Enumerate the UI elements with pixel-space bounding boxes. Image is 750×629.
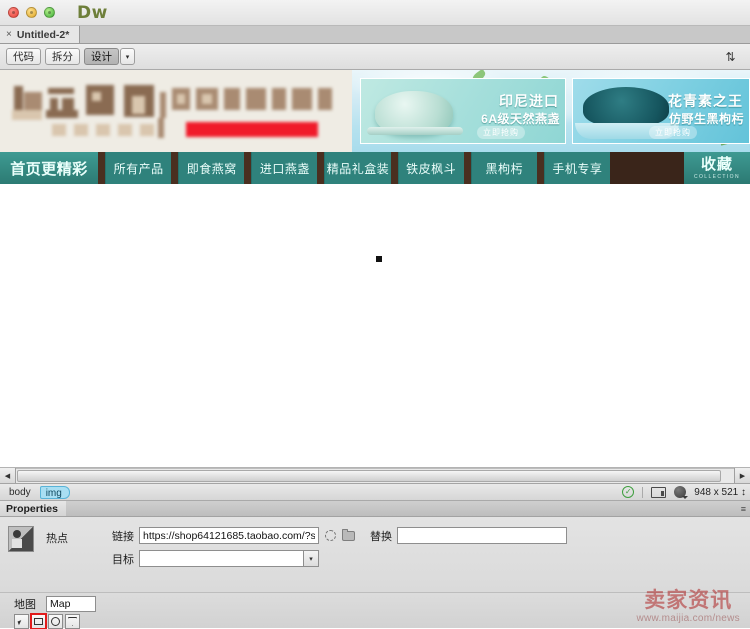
properties-panel-footer: 地图 卖家资讯 www.maijia.com/news: [0, 588, 750, 629]
status-bar-right: ✓ 948 x 521 ↕: [622, 484, 746, 500]
document-tab-bar: × Untitled-2*: [0, 26, 750, 44]
watermark-brand: 卖家资讯: [644, 588, 733, 612]
design-view-button[interactable]: 设计: [84, 48, 119, 65]
scrollbar-thumb[interactable]: [17, 470, 721, 482]
properties-panel-title: Properties: [0, 501, 66, 516]
nav-divider: [317, 152, 325, 184]
scrollbar-track[interactable]: [16, 468, 734, 483]
promo1-title: 印尼进口: [499, 93, 559, 109]
close-icon[interactable]: ×: [6, 29, 12, 40]
nav-divider: [536, 152, 544, 184]
status-bar: body img ✓ 948 x 521 ↕: [0, 484, 750, 501]
panel-menu-icon[interactable]: ≡: [741, 504, 746, 514]
tag-body[interactable]: body: [4, 486, 38, 499]
point-to-file-icon[interactable]: [324, 529, 337, 542]
nav-divider: [463, 152, 471, 184]
nav-item-gift-box[interactable]: 精品礼盒装: [324, 152, 391, 184]
selection-handle-bottom-center[interactable]: [375, 255, 383, 263]
window-size-icon[interactable]: [651, 486, 667, 498]
minimize-dot[interactable]: [26, 7, 37, 18]
properties-panel-body: 热点 链接 目标 ▾ 替换: [0, 517, 750, 592]
document-tab-untitled[interactable]: × Untitled-2*: [0, 26, 81, 43]
nav-spacer: [609, 152, 684, 184]
link-field-row: 链接: [112, 527, 355, 544]
rectangle-hotspot-tool-icon[interactable]: [30, 613, 47, 629]
alt-label: 替换: [370, 530, 392, 543]
nav-item-all-products[interactable]: 所有产品: [105, 152, 172, 184]
tab-bar-filler: [80, 26, 750, 43]
nav-divider: [244, 152, 252, 184]
nav-divider: [98, 152, 105, 184]
watermark-url: www.maijia.com/news: [636, 613, 740, 624]
validation-check-icon[interactable]: ✓: [622, 486, 635, 498]
close-dot[interactable]: [8, 7, 19, 18]
nav-item-collect[interactable]: 收藏 COLLECTION: [683, 152, 750, 184]
code-view-button[interactable]: 代码: [6, 48, 41, 65]
window-title-bar: Dw: [0, 0, 750, 26]
nest-stand-image: [367, 127, 463, 135]
map-field-row: 地图: [14, 596, 96, 612]
circle-hotspot-tool-icon[interactable]: [48, 614, 63, 629]
link-label: 链接: [112, 530, 134, 543]
nav-divider: [171, 152, 179, 184]
banner-image[interactable]: 印尼进口 6A级天然燕盏 立即抢购 花青素之王 仿野生黑枸杇 立即抢购: [0, 70, 750, 152]
polygon-hotspot-tool-icon[interactable]: [65, 614, 80, 629]
map-name-input[interactable]: [46, 596, 96, 612]
promo-banner-indonesia[interactable]: 印尼进口 6A级天然燕盏 立即抢购: [360, 78, 566, 144]
black-wolfberry-image: [583, 87, 669, 127]
document-tab-label: Untitled-2*: [16, 28, 70, 41]
browse-folder-icon[interactable]: [342, 528, 355, 542]
shop-logo-panel: [0, 70, 352, 152]
nav-item-home[interactable]: 首页更精彩: [0, 152, 98, 184]
alt-input[interactable]: [397, 527, 567, 544]
nav-divider: [390, 152, 398, 184]
design-canvas[interactable]: 印尼进口 6A级天然燕盏 立即抢购 花青素之王 仿野生黑枸杇 立即抢购 首页更精…: [0, 70, 750, 468]
nav-item-mobile-exclusive[interactable]: 手机专享: [543, 152, 610, 184]
globe-icon[interactable]: [674, 486, 689, 499]
page-content: 印尼进口 6A级天然燕盏 立即抢购 花青素之王 仿野生黑枸杇 立即抢购 首页更精…: [0, 70, 750, 263]
horizontal-scrollbar[interactable]: ◀ ▶: [0, 468, 750, 484]
promo1-buy-button[interactable]: 立即抢购: [477, 126, 525, 139]
sort-icon[interactable]: ⇅: [716, 48, 744, 66]
site-navigation-bar: 首页更精彩 所有产品 即食燕窝 进口燕盏 精品礼盒装 铁皮枫斗 黑枸杇 手机专享…: [0, 152, 750, 184]
hotspot-icon: [8, 526, 34, 552]
promo2-subtitle: 仿野生黑枸杇: [668, 112, 744, 126]
target-label: 目标: [112, 553, 134, 566]
view-toolbar: 代码 拆分 设计 ▾ ⇅: [0, 44, 750, 70]
window-controls[interactable]: [8, 7, 55, 18]
nav-item-dendrobium[interactable]: 铁皮枫斗: [397, 152, 464, 184]
target-field-row: 目标 ▾: [112, 550, 319, 567]
window-dimensions-label[interactable]: 948 x 521 ↕: [694, 487, 746, 498]
target-dropdown[interactable]: ▾: [139, 550, 319, 567]
tag-img[interactable]: img: [39, 485, 70, 499]
promo1-subtitle: 6A级天然燕盏: [481, 112, 560, 126]
hotspot-icon-graphic: [9, 527, 33, 551]
promo2-buy-button[interactable]: 立即抢购: [649, 126, 697, 139]
collect-label-en: COLLECTION: [694, 173, 740, 180]
chevron-down-icon[interactable]: ▾: [120, 48, 135, 65]
promo2-title: 花青素之王: [668, 93, 743, 109]
split-view-button[interactable]: 拆分: [45, 48, 80, 65]
nav-item-black-wolfberry[interactable]: 黑枸杇: [470, 152, 537, 184]
chevron-down-icon[interactable]: ▾: [303, 551, 318, 566]
collect-label-cn: 收藏: [700, 155, 733, 173]
alt-field-row: 替换: [370, 527, 567, 544]
tag-selector[interactable]: body img: [4, 485, 70, 499]
properties-panel-header: Properties ≡: [0, 501, 750, 517]
scroll-left-arrow-icon[interactable]: ◀: [0, 468, 16, 483]
promo-banner-wolfberry[interactable]: 花青素之王 仿野生黑枸杇 立即抢购: [572, 78, 750, 144]
blurred-logo-graphics: [0, 70, 352, 152]
map-label: 地图: [14, 599, 36, 611]
maximize-dot[interactable]: [44, 7, 55, 18]
hotspot-label: 热点: [46, 533, 68, 545]
status-divider: [642, 486, 644, 498]
app-name: Dw: [77, 2, 108, 23]
scroll-right-arrow-icon[interactable]: ▶: [734, 468, 750, 483]
nav-item-instant-nest[interactable]: 即食燕窝: [178, 152, 245, 184]
nav-item-imported-nest[interactable]: 进口燕盏: [251, 152, 318, 184]
watermark: 卖家资讯 www.maijia.com/news: [636, 588, 740, 625]
pointer-tool-icon[interactable]: [14, 614, 29, 629]
link-input[interactable]: [139, 527, 319, 544]
map-hotspot-tools: [14, 613, 80, 629]
